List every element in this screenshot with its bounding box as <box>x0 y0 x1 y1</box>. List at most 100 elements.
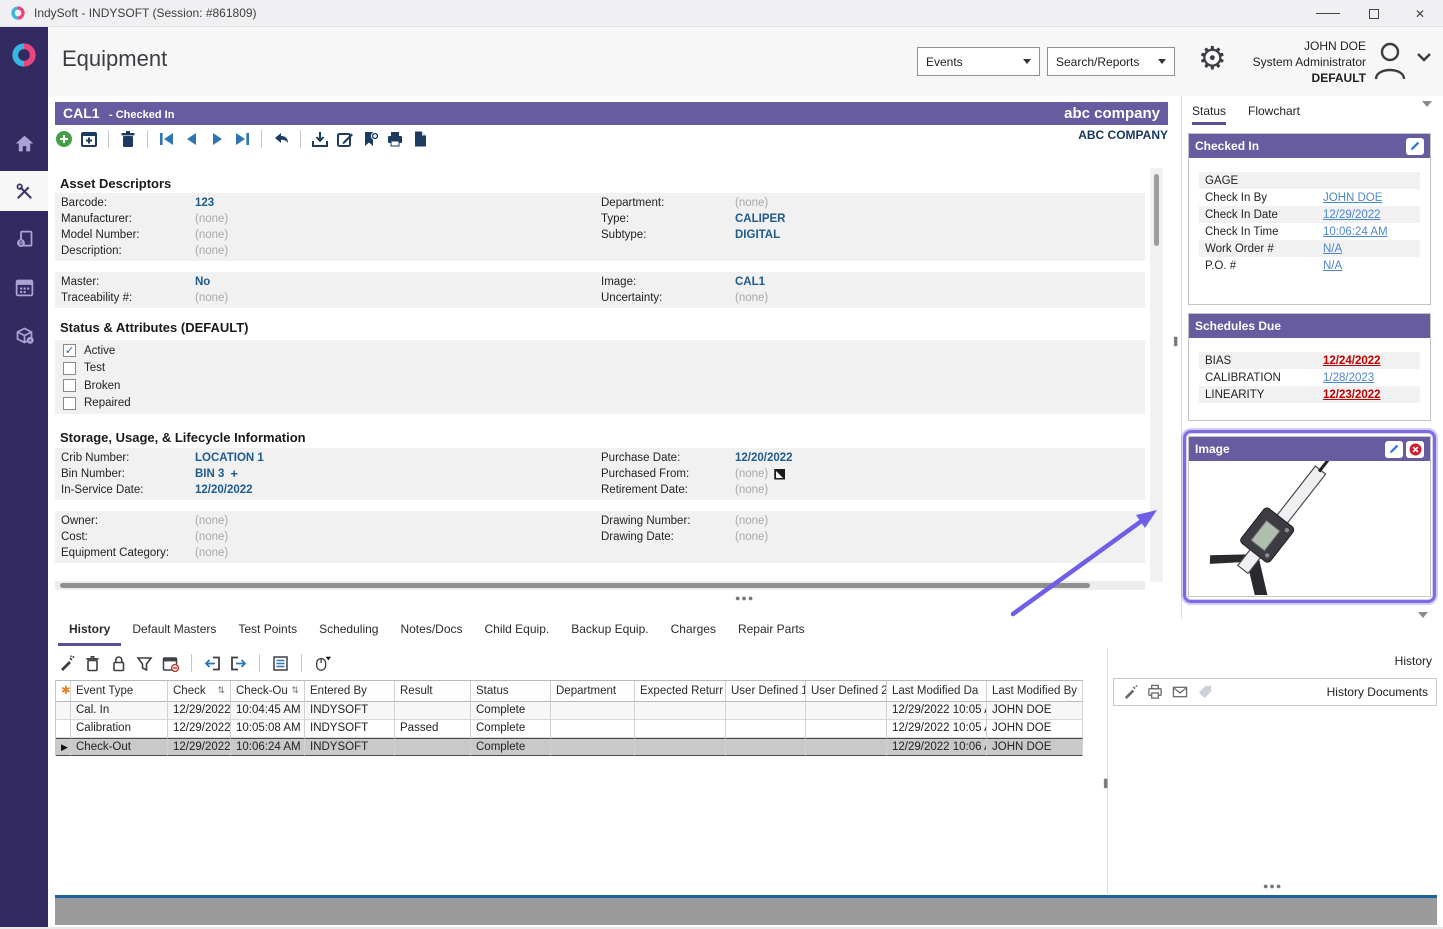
tab-history[interactable]: History <box>58 617 121 646</box>
sort-icon[interactable]: ⇅ <box>217 681 225 701</box>
panel-row-value[interactable]: N/A <box>1323 260 1342 272</box>
table-header-cell[interactable]: Expected Returr <box>635 681 726 702</box>
sidebar-item-billing[interactable]: $ <box>0 219 48 259</box>
delete-icon[interactable] <box>119 130 137 148</box>
checkbox-unchecked-icon[interactable] <box>63 379 76 392</box>
next-record-icon[interactable] <box>208 130 226 148</box>
panel-row-value[interactable]: 12/29/2022 <box>1323 209 1381 221</box>
table-row[interactable]: Calibration12/29/202210:05:08 AMINDYSOFT… <box>56 720 1083 738</box>
bookmark-add-icon[interactable] <box>361 130 379 148</box>
search-reports-dropdown[interactable]: Search/Reports <box>1047 47 1175 76</box>
mouse-actions-icon[interactable] <box>314 655 331 672</box>
scrollbar-thumb[interactable] <box>60 583 1090 588</box>
checkbox-checked-icon[interactable]: ✓ <box>63 344 76 357</box>
import-icon[interactable] <box>311 130 329 148</box>
splitter-handle[interactable]: ●●● <box>735 593 754 603</box>
table-header-cell[interactable]: Department <box>551 681 635 702</box>
tab-test-points[interactable]: Test Points <box>227 617 308 646</box>
events-dropdown[interactable]: Events <box>917 47 1040 76</box>
sidebar-item-calendar[interactable] <box>0 267 48 307</box>
table-header-cell[interactable]: Status <box>471 681 551 702</box>
sidebar-item-inventory[interactable]: + <box>0 315 48 355</box>
add-icon[interactable]: + <box>230 469 238 479</box>
user-info[interactable]: JOHN DOE System Administrator DEFAULT <box>1238 38 1366 86</box>
check-in-icon[interactable] <box>204 655 221 672</box>
document-icon[interactable] <box>411 130 429 148</box>
maximize-button[interactable] <box>1351 0 1397 27</box>
table-header-cell[interactable]: User Defined 2 <box>806 681 887 702</box>
panel-row-value[interactable]: 10:06:24 AM <box>1323 226 1388 238</box>
field-value[interactable]: BIN 3 <box>195 468 224 480</box>
caliper-image[interactable] <box>1189 461 1430 595</box>
field-value[interactable]: 12/20/2022 <box>195 484 253 496</box>
calendar-remove-icon[interactable] <box>162 655 179 672</box>
close-button[interactable]: ✕ <box>1397 0 1443 27</box>
collapse-chevron-icon[interactable] <box>1418 612 1428 618</box>
field-value[interactable]: DIGITAL <box>735 229 780 241</box>
bottom-scrollbar[interactable] <box>55 898 1437 925</box>
edit-icon[interactable] <box>336 130 354 148</box>
shortcut-icon[interactable] <box>774 469 785 480</box>
remove-image-button[interactable] <box>1406 441 1424 458</box>
table-row[interactable]: Cal. In12/29/202210:04:45 AMINDYSOFTComp… <box>56 702 1083 720</box>
sidebar-item-equipment[interactable] <box>0 171 48 211</box>
edit-image-button[interactable] <box>1385 441 1403 458</box>
tab-repair-parts[interactable]: Repair Parts <box>727 617 816 646</box>
panel-splitter-handle[interactable]: ●●● <box>1173 337 1178 346</box>
email-icon[interactable] <box>1172 684 1188 700</box>
user-menu-chevron-icon[interactable] <box>1416 51 1432 63</box>
last-record-icon[interactable] <box>233 130 251 148</box>
checkbox-unchecked-icon[interactable] <box>63 397 76 410</box>
history-splitter-handle[interactable]: ●●● <box>1103 779 1108 788</box>
field-value[interactable]: No <box>195 276 210 288</box>
undo-icon[interactable] <box>272 130 290 148</box>
table-header-cell[interactable]: Result <box>395 681 471 702</box>
lock-icon[interactable] <box>110 655 127 672</box>
panel-row-value[interactable]: N/A <box>1323 243 1342 255</box>
field-value[interactable]: CAL1 <box>735 276 765 288</box>
print-icon[interactable] <box>1147 684 1163 700</box>
minimize-button[interactable] <box>1305 0 1351 27</box>
table-header-cell[interactable]: User Defined 1 <box>726 681 806 702</box>
tab-notes-docs[interactable]: Notes/Docs <box>389 617 473 646</box>
sort-icon[interactable]: ⇅ <box>291 681 299 701</box>
tab-child-equip-[interactable]: Child Equip. <box>474 617 561 646</box>
field-value[interactable]: LOCATION 1 <box>195 452 264 464</box>
list-view-icon[interactable] <box>272 655 289 672</box>
field-value[interactable]: CALIPER <box>735 213 785 225</box>
filter-icon[interactable] <box>136 655 153 672</box>
vertical-scrollbar[interactable] <box>1150 168 1163 582</box>
tab-charges[interactable]: Charges <box>660 617 727 646</box>
table-header-cell[interactable]: Last Modified By <box>987 681 1083 702</box>
add-icon[interactable] <box>55 130 73 148</box>
panel-row-value[interactable]: 12/23/2022 <box>1323 389 1381 401</box>
table-header-cell[interactable]: Event Type <box>71 681 168 702</box>
print-icon[interactable] <box>386 130 404 148</box>
wand-icon[interactable] <box>58 655 75 672</box>
tag-icon[interactable] <box>1197 684 1213 700</box>
checkbox-unchecked-icon[interactable] <box>63 362 76 375</box>
first-record-icon[interactable] <box>158 130 176 148</box>
scrollbar-thumb[interactable] <box>1154 174 1159 246</box>
delete-icon[interactable] <box>84 655 101 672</box>
calendar-add-icon[interactable] <box>80 130 98 148</box>
panel-row-value[interactable]: 12/24/2022 <box>1323 355 1381 367</box>
table-header-cell[interactable]: Entered By <box>305 681 395 702</box>
panel-row-value[interactable]: 1/28/2023 <box>1323 372 1374 384</box>
table-header-cell[interactable]: Last Modified Da <box>887 681 987 702</box>
collapse-chevron-icon[interactable] <box>1422 101 1432 107</box>
tab-default-masters[interactable]: Default Masters <box>121 617 227 646</box>
settings-gear-icon[interactable]: ⚙ <box>1198 39 1227 77</box>
field-value[interactable]: 123 <box>195 197 214 209</box>
table-header-cell[interactable]: ✱ <box>56 681 71 702</box>
tab-status[interactable]: Status <box>1192 104 1226 125</box>
tab-flowchart[interactable]: Flowchart <box>1248 104 1300 122</box>
check-out-icon[interactable] <box>230 655 247 672</box>
previous-record-icon[interactable] <box>183 130 201 148</box>
sidebar-item-home[interactable] <box>0 123 48 163</box>
panel-row-value[interactable]: JOHN DOE <box>1323 192 1382 204</box>
tab-scheduling[interactable]: Scheduling <box>308 617 389 646</box>
user-avatar-icon[interactable] <box>1370 39 1410 81</box>
table-row[interactable]: ▶Check-Out12/29/202210:06:24 AMINDYSOFTC… <box>56 738 1083 756</box>
tab-backup-equip-[interactable]: Backup Equip. <box>560 617 659 646</box>
